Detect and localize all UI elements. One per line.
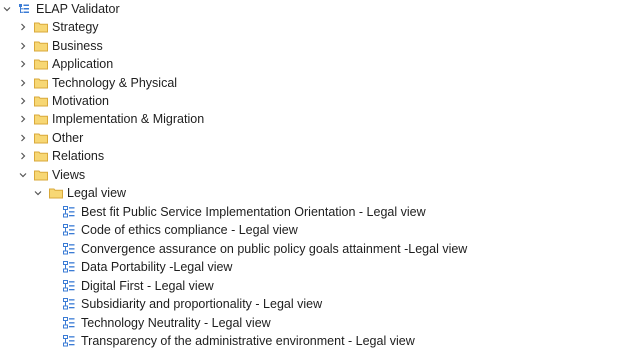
tree-node-label: Subsidiarity and proportionality - Legal…: [81, 297, 323, 311]
tree-node-folder-views[interactable]: Views: [18, 166, 85, 184]
chevron-right-icon[interactable]: [18, 151, 28, 161]
tree-node-view[interactable]: Transparency of the administrative envir…: [63, 332, 415, 350]
diagram-icon: [63, 206, 77, 218]
folder-icon: [34, 21, 48, 33]
chevron-right-icon[interactable]: [18, 59, 28, 69]
tree-node-label: Application: [52, 57, 114, 71]
folder-icon: [49, 187, 63, 199]
chevron-right-icon[interactable]: [18, 133, 28, 143]
chevron-down-icon[interactable]: [18, 170, 28, 180]
tree-node-root[interactable]: ELAP Validator: [2, 0, 120, 18]
tree-node-view[interactable]: Convergence assurance on public policy g…: [63, 240, 467, 258]
tree-node-folder-technology[interactable]: Technology & Physical: [18, 74, 177, 92]
model-icon: [18, 3, 32, 15]
diagram-icon: [63, 243, 77, 255]
tree-node-view[interactable]: Best fit Public Service Implementation O…: [63, 203, 426, 221]
chevron-right-icon[interactable]: [18, 41, 28, 51]
tree-node-folder-implementation[interactable]: Implementation & Migration: [18, 110, 204, 128]
folder-icon: [34, 40, 48, 52]
folder-icon: [34, 150, 48, 162]
tree-node-label: Relations: [52, 149, 105, 163]
tree-node-folder-legal-view[interactable]: Legal view: [33, 184, 126, 202]
tree-node-view[interactable]: Technology Neutrality - Legal view: [63, 314, 271, 332]
tree-node-folder-business[interactable]: Business: [18, 37, 103, 55]
diagram-icon: [63, 298, 77, 310]
chevron-right-icon[interactable]: [18, 114, 28, 124]
tree-node-label: Data Portability -Legal view: [81, 260, 233, 274]
tree-node-label: ELAP Validator: [36, 2, 120, 16]
folder-icon: [34, 58, 48, 70]
diagram-icon: [63, 224, 77, 236]
tree-node-folder-strategy[interactable]: Strategy: [18, 18, 99, 36]
tree-node-label: Technology & Physical: [52, 76, 178, 90]
folder-icon: [34, 169, 48, 181]
tree-node-view[interactable]: Subsidiarity and proportionality - Legal…: [63, 295, 322, 313]
tree-node-folder-other[interactable]: Other: [18, 129, 83, 147]
tree-node-label: Best fit Public Service Implementation O…: [81, 205, 426, 219]
tree-node-view[interactable]: Code of ethics compliance - Legal view: [63, 221, 298, 239]
folder-icon: [34, 113, 48, 125]
tree-node-view[interactable]: Data Portability -Legal view: [63, 258, 232, 276]
chevron-down-icon[interactable]: [2, 4, 12, 14]
tree-node-label: Implementation & Migration: [52, 112, 205, 126]
tree-node-label: Strategy: [52, 20, 99, 34]
chevron-right-icon[interactable]: [18, 96, 28, 106]
tree-node-label: Views: [52, 168, 86, 182]
chevron-down-icon[interactable]: [33, 188, 43, 198]
folder-icon: [34, 95, 48, 107]
tree-node-view[interactable]: Digital First - Legal view: [63, 277, 214, 295]
tree-node-label: Motivation: [52, 94, 109, 108]
tree-node-label: Digital First - Legal view: [81, 279, 214, 293]
tree-node-folder-motivation[interactable]: Motivation: [18, 92, 109, 110]
chevron-right-icon[interactable]: [18, 78, 28, 88]
diagram-icon: [63, 280, 77, 292]
folder-icon: [34, 132, 48, 144]
tree-node-label: Other: [52, 131, 84, 145]
tree-node-folder-relations[interactable]: Relations: [18, 147, 104, 165]
diagram-icon: [63, 317, 77, 329]
diagram-icon: [63, 335, 77, 347]
tree-node-folder-application[interactable]: Application: [18, 55, 113, 73]
tree-node-label: Transparency of the administrative envir…: [81, 334, 415, 348]
chevron-right-icon[interactable]: [18, 22, 28, 32]
tree-node-label: Legal view: [67, 186, 127, 200]
tree-node-label: Technology Neutrality - Legal view: [81, 316, 271, 330]
tree-node-label: Convergence assurance on public policy g…: [81, 242, 468, 256]
folder-icon: [34, 77, 48, 89]
tree-node-label: Code of ethics compliance - Legal view: [81, 223, 298, 237]
tree-node-label: Business: [52, 39, 103, 53]
diagram-icon: [63, 261, 77, 273]
